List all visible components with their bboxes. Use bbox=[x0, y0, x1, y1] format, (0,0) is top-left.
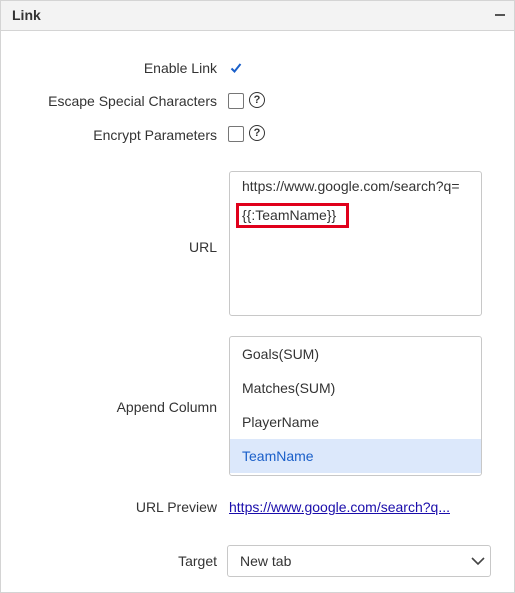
escape-special-label: Escape Special Characters bbox=[48, 93, 217, 109]
list-item-selected[interactable]: TeamName bbox=[230, 439, 481, 473]
url-preview-label: URL Preview bbox=[135, 499, 217, 515]
list-item-label: Goals(SUM) bbox=[242, 346, 320, 362]
url-preview-link[interactable]: https://www.google.com/search?q... bbox=[229, 499, 465, 515]
url-text-line1: https://www.google.com/search?q= bbox=[242, 178, 460, 194]
append-column-list[interactable]: Goals(SUM) Matches(SUM) PlayerName TeamN… bbox=[229, 336, 482, 476]
escape-special-checkbox[interactable] bbox=[228, 93, 244, 109]
list-item[interactable]: Goals(SUM) bbox=[230, 337, 481, 371]
url-label: URL bbox=[188, 239, 217, 255]
target-label: Target bbox=[178, 553, 217, 569]
list-item-label: PlayerName bbox=[242, 414, 320, 430]
append-column-label: Append Column bbox=[116, 399, 217, 415]
collapse-icon[interactable] bbox=[495, 14, 505, 16]
encrypt-params-checkbox[interactable] bbox=[228, 126, 244, 142]
enable-link-checkbox[interactable] bbox=[228, 60, 244, 76]
target-select[interactable]: New tab bbox=[227, 545, 491, 577]
checkmark-icon bbox=[230, 63, 242, 73]
target-select-value: New tab bbox=[240, 553, 292, 569]
url-textarea[interactable]: https://www.google.com/search?q= {{:Team… bbox=[229, 171, 482, 316]
encrypt-params-label: Encrypt Parameters bbox=[93, 127, 217, 143]
chevron-down-icon bbox=[471, 557, 485, 566]
list-item[interactable]: PlayerName bbox=[230, 405, 481, 439]
list-item-label: TeamName bbox=[242, 448, 314, 464]
panel-header[interactable]: Link bbox=[1, 1, 514, 31]
url-text-line2: {{:TeamName}} bbox=[242, 207, 337, 223]
enable-link-label: Enable Link bbox=[143, 60, 217, 76]
help-icon[interactable]: ? bbox=[249, 92, 265, 108]
help-icon[interactable]: ? bbox=[249, 125, 265, 141]
panel-title: Link bbox=[12, 7, 41, 23]
list-item-label: Matches(SUM) bbox=[242, 380, 336, 396]
list-item[interactable]: Matches(SUM) bbox=[230, 371, 481, 405]
